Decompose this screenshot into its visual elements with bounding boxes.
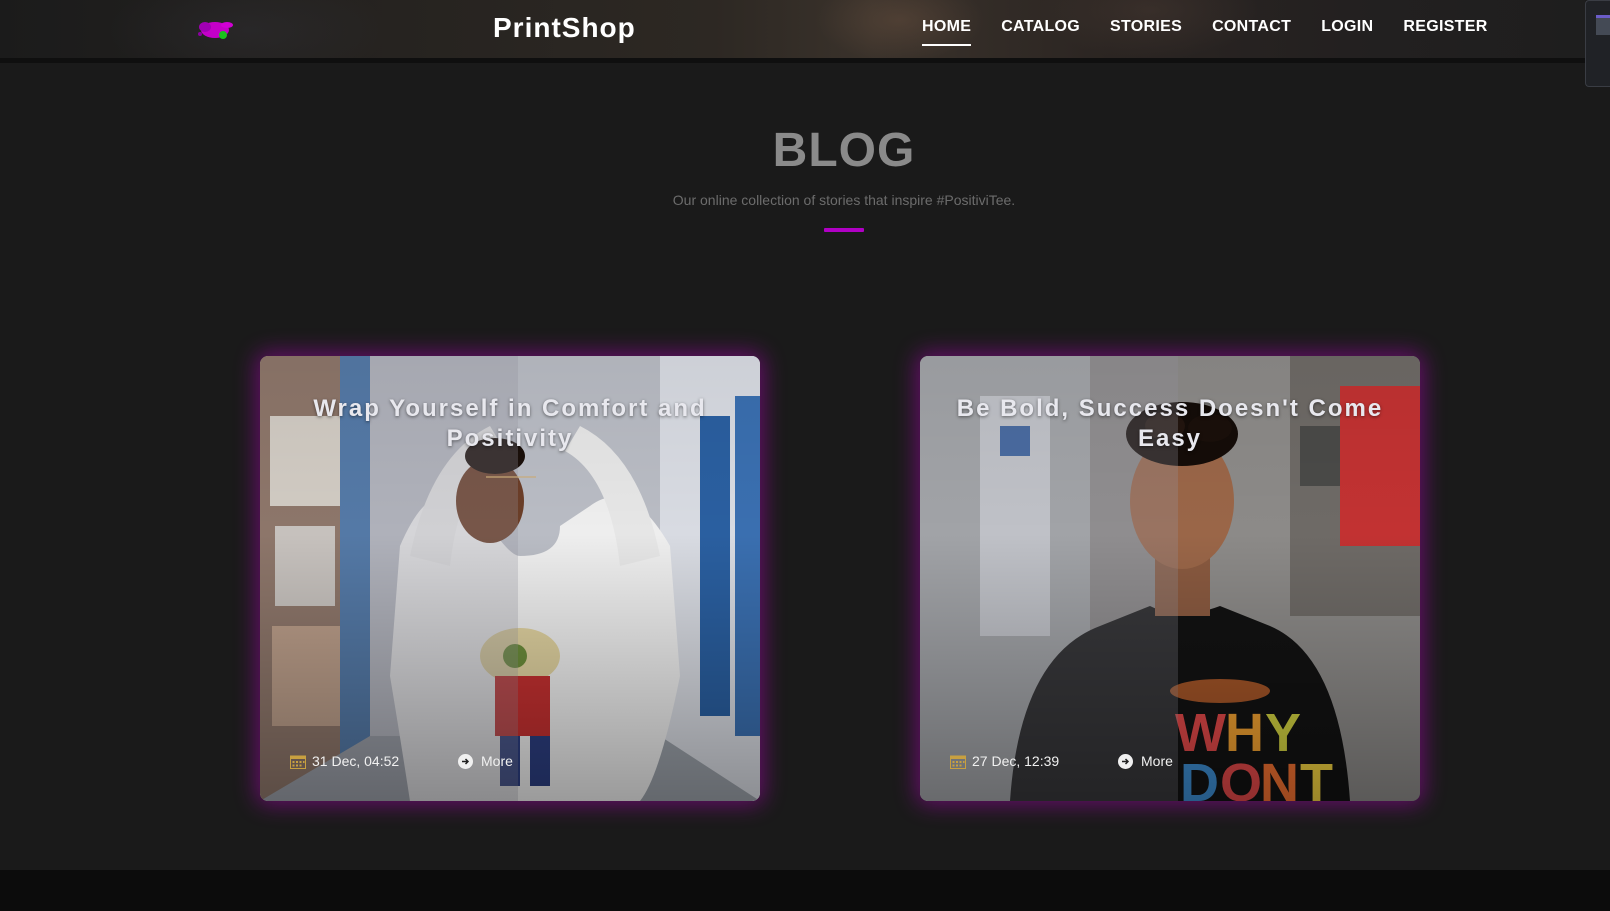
post-date: 31 Dec, 04:52 [312,753,400,769]
post-meta: 31 Dec, 04:52 More [290,753,513,769]
more-link[interactable]: More [481,753,513,769]
main-nav: HOME CATALOG STORIES CONTACT LOGIN REGIS… [922,18,1518,46]
side-panel-tab[interactable] [1585,0,1610,87]
nav-register[interactable]: REGISTER [1403,18,1487,46]
title-underline [486,476,536,478]
post-title[interactable]: Be Bold, Success Doesn't Come Easy [930,394,1410,454]
post-title[interactable]: Wrap Yourself in Comfort and Positivity [270,394,750,454]
post-date: 27 Dec, 12:39 [972,753,1060,769]
brand-name[interactable]: PrintShop [493,12,636,44]
more-link[interactable]: More [1141,753,1173,769]
arrow-circle-right-icon[interactable] [1118,753,1133,769]
calendar-icon [290,755,306,769]
blog-card[interactable]: W H Y D O N T Be Bold, Success Doesn't C… [920,356,1420,801]
paint-splash-logo[interactable] [195,18,237,42]
nav-stories[interactable]: STORIES [1110,18,1182,46]
nav-catalog[interactable]: CATALOG [1001,18,1080,46]
arrow-circle-right-icon[interactable] [458,753,473,769]
footer [0,870,1610,911]
nav-login[interactable]: LOGIN [1321,18,1373,46]
post-meta: 27 Dec, 12:39 More [950,753,1173,769]
calendar-icon [950,755,966,769]
page-subtitle: Our online collection of stories that in… [672,192,1016,208]
page-title: BLOG [772,124,916,177]
title-accent-line [824,228,864,232]
nav-contact[interactable]: CONTACT [1212,18,1291,46]
site-header: PrintShop HOME CATALOG STORIES CONTACT L… [0,0,1585,63]
blog-card[interactable]: Wrap Yourself in Comfort and Positivity … [260,356,760,801]
nav-home[interactable]: HOME [922,18,972,46]
